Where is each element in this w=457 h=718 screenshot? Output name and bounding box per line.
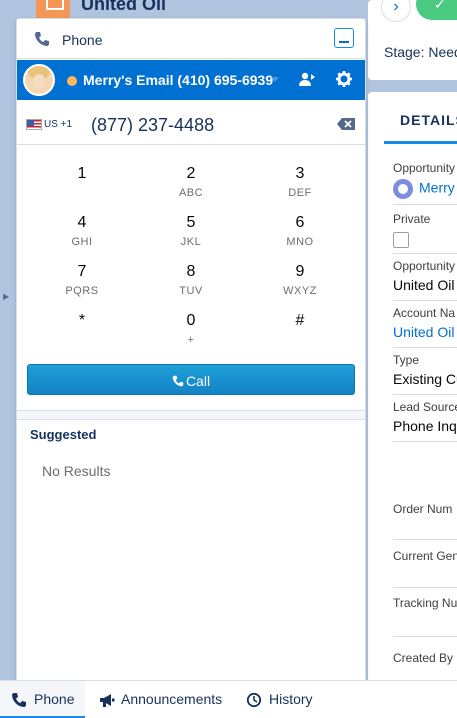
key-star[interactable]: * bbox=[37, 312, 127, 356]
field-label: Account Na bbox=[393, 306, 456, 320]
tab-details[interactable]: DETAILS bbox=[384, 94, 457, 144]
field-divider bbox=[393, 539, 457, 540]
field-value: Existing Cu bbox=[393, 371, 457, 387]
agent-bar: Merry's Email (410) 695-6939 bbox=[17, 60, 365, 100]
path-complete-stage[interactable]: ✓ bbox=[416, 0, 457, 20]
field-label: Order Num bbox=[393, 502, 453, 516]
utility-item-label: History bbox=[269, 691, 313, 707]
field-opportunity-name: Opportunity United Oil bbox=[393, 259, 457, 293]
field-label: Tracking Nu bbox=[393, 596, 457, 610]
field-divider bbox=[393, 204, 457, 205]
key-9[interactable]: 9 WXYZ bbox=[255, 263, 345, 307]
key-5[interactable]: 5 JKL bbox=[146, 214, 236, 258]
owner-link[interactable]: Merry bbox=[393, 179, 457, 199]
field-divider bbox=[393, 253, 457, 254]
field-divider bbox=[393, 441, 457, 442]
field-label: Private bbox=[393, 212, 431, 226]
key-0[interactable]: 0 + bbox=[146, 312, 236, 356]
agent-name: Merry's Email (410) 695-6939 bbox=[83, 72, 274, 88]
field-label: Opportunity bbox=[393, 161, 456, 175]
utility-item-phone[interactable]: Phone bbox=[0, 681, 85, 718]
field-current-generator: Current Gen bbox=[393, 549, 457, 563]
clock-icon bbox=[246, 692, 262, 708]
key-8[interactable]: 8 TUV bbox=[146, 263, 236, 307]
phone-panel: Phone Merry's Email (410) 695-6939 US +1… bbox=[16, 18, 366, 682]
key-2[interactable]: 2 ABC bbox=[146, 165, 236, 209]
field-label: Type bbox=[393, 353, 420, 367]
utility-bar: Phone Announcements History bbox=[0, 680, 457, 718]
field-label: Lead Source bbox=[393, 400, 457, 414]
field-label: Created By bbox=[393, 651, 454, 665]
account-title: United Oil bbox=[81, 0, 166, 14]
key-1[interactable]: 1 bbox=[37, 165, 127, 209]
account-name-link[interactable]: United Oil bbox=[393, 324, 457, 340]
call-button-label: Call bbox=[185, 372, 211, 389]
field-divider bbox=[393, 587, 457, 588]
key-4[interactable]: 4 GHI bbox=[37, 214, 127, 258]
field-divider bbox=[393, 636, 457, 637]
megaphone-icon bbox=[100, 694, 115, 707]
settings-button[interactable] bbox=[334, 70, 354, 90]
utility-item-label: Phone bbox=[34, 691, 75, 707]
chevron-down-icon[interactable] bbox=[271, 77, 279, 82]
country-code-select[interactable]: US +1 bbox=[44, 119, 72, 130]
field-value: Phone Inq bbox=[393, 418, 457, 434]
field-divider bbox=[393, 300, 457, 301]
backspace-icon[interactable] bbox=[336, 117, 356, 131]
utility-item-history[interactable]: History bbox=[235, 681, 330, 718]
field-opportunity-owner: Opportunity Merry bbox=[393, 161, 457, 199]
suggested-title: Suggested bbox=[30, 427, 97, 442]
gear-icon bbox=[336, 71, 352, 87]
field-created-by: Created By bbox=[393, 651, 457, 665]
phone-icon bbox=[12, 693, 26, 707]
no-results-text: No Results bbox=[42, 463, 111, 479]
field-label: Opportunity bbox=[393, 259, 456, 273]
field-lead-source: Lead Source Phone Inq bbox=[393, 400, 457, 434]
key-3[interactable]: 3 DEF bbox=[255, 165, 345, 209]
account-icon bbox=[36, 0, 70, 20]
field-divider bbox=[393, 347, 457, 348]
panel-title: Phone bbox=[62, 32, 103, 48]
private-checkbox bbox=[393, 232, 409, 248]
section-divider bbox=[17, 410, 365, 420]
key-6[interactable]: 6 MNO bbox=[255, 214, 345, 258]
phone-icon bbox=[172, 376, 184, 387]
dial-row: US +1 bbox=[17, 101, 365, 145]
field-order-number: Order Num bbox=[393, 502, 457, 516]
user-transfer-icon bbox=[299, 72, 315, 86]
collapse-arrow-icon[interactable]: ▶ bbox=[3, 292, 9, 301]
field-private: Private bbox=[393, 212, 457, 248]
minimize-button[interactable] bbox=[334, 28, 354, 48]
field-type: Type Existing Cu bbox=[393, 353, 457, 387]
tab-details-label: DETAILS bbox=[400, 112, 457, 128]
key-7[interactable]: 7 PQRS bbox=[37, 263, 127, 307]
stage-label: Stage: Need bbox=[384, 44, 457, 60]
field-value: United Oil bbox=[393, 277, 455, 293]
field-tracking-number: Tracking Nu bbox=[393, 596, 457, 610]
panel-header: Phone bbox=[17, 19, 365, 59]
transfer-button[interactable] bbox=[297, 70, 317, 90]
key-hash[interactable]: # bbox=[255, 312, 345, 356]
field-label: Current Gen bbox=[393, 549, 457, 563]
call-button[interactable]: Call bbox=[27, 364, 355, 395]
avatar bbox=[23, 64, 55, 96]
field-account-name: Account Na United Oil bbox=[393, 306, 457, 340]
phone-number-input[interactable] bbox=[91, 113, 321, 137]
owner-avatar bbox=[393, 179, 413, 199]
status-indicator bbox=[67, 76, 77, 86]
field-divider bbox=[393, 394, 457, 395]
phone-icon bbox=[35, 32, 49, 46]
utility-item-label: Announcements bbox=[121, 691, 223, 707]
utility-item-announcements[interactable]: Announcements bbox=[85, 681, 235, 718]
us-flag-icon[interactable] bbox=[26, 119, 42, 130]
